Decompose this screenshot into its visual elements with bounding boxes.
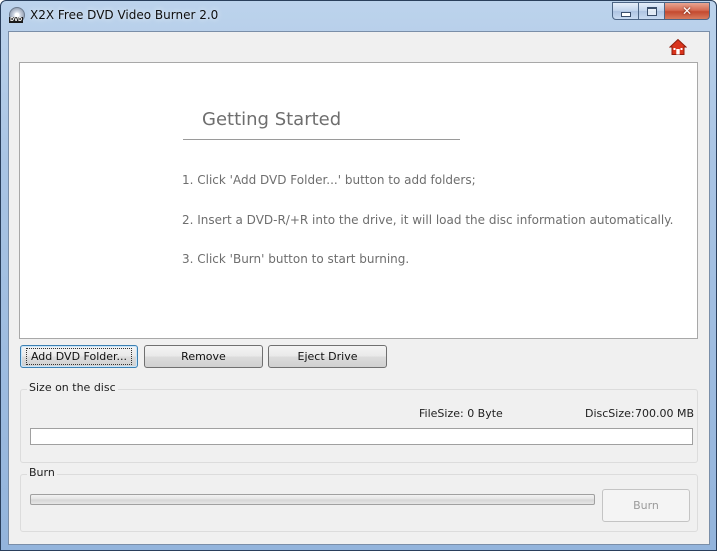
discsize-label: DiscSize: <box>585 407 635 420</box>
burn-group-label: Burn <box>27 466 57 479</box>
add-dvd-folder-label: Add DVD Folder... <box>25 348 133 365</box>
size-on-disc-group: Size on the disc FileSize: 0 Byte DiscSi… <box>20 381 698 463</box>
burn-button[interactable]: Burn <box>602 489 690 522</box>
maximize-icon <box>646 6 657 16</box>
burn-group: Burn Burn <box>20 466 698 532</box>
title-bar[interactable]: DVD X2X Free DVD Video Burner 2.0 ✕ <box>1 1 716 31</box>
remove-button[interactable]: Remove <box>144 345 263 368</box>
burn-progress-bar <box>30 494 595 505</box>
caption-buttons: ✕ <box>612 2 710 21</box>
guide-step-2: 2. Insert a DVD-R/+R into the drive, it … <box>182 213 674 227</box>
minimize-button[interactable] <box>612 2 639 20</box>
eject-drive-button[interactable]: Eject Drive <box>268 345 387 368</box>
app-window: DVD X2X Free DVD Video Burner 2.0 ✕ Gett… <box>0 0 717 551</box>
close-button[interactable]: ✕ <box>665 2 710 20</box>
disc-usage-bar <box>30 428 693 445</box>
dvd-app-icon[interactable]: DVD <box>9 7 25 23</box>
app-icon-label: DVD <box>9 17 24 23</box>
getting-started-panel: Getting Started 1. Click 'Add DVD Folder… <box>19 62 698 339</box>
add-dvd-folder-button[interactable]: Add DVD Folder... <box>20 345 138 368</box>
close-icon: ✕ <box>681 4 693 18</box>
home-icon[interactable] <box>669 38 687 56</box>
size-on-disc-label: Size on the disc <box>27 381 118 394</box>
discsize-value: 700.00 MB <box>635 407 695 420</box>
maximize-button[interactable] <box>639 2 665 20</box>
client-area: Getting Started 1. Click 'Add DVD Folder… <box>8 31 710 545</box>
guide-step-1: 1. Click 'Add DVD Folder...' button to a… <box>182 173 476 187</box>
window-title: X2X Free DVD Video Burner 2.0 <box>30 8 219 22</box>
filesize-readout: FileSize: 0 Byte <box>419 407 503 420</box>
minimize-icon <box>620 11 631 17</box>
guide-step-3: 3. Click 'Burn' button to start burning. <box>182 252 410 266</box>
getting-started-title: Getting Started <box>183 109 460 140</box>
